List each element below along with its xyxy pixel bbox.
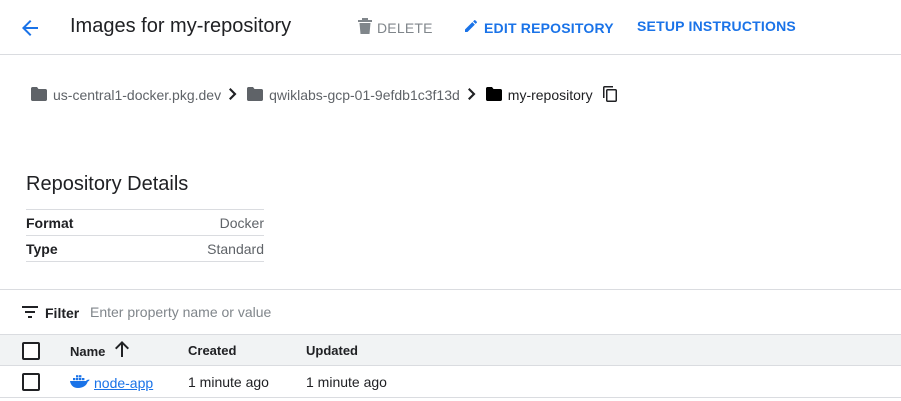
filter-bar: Filter <box>0 289 901 334</box>
edit-repository-button[interactable]: EDIT REPOSITORY <box>463 18 614 37</box>
docker-icon <box>70 374 90 391</box>
breadcrumb-item-project[interactable]: qwiklabs-gcp-01-9efdb1c3f13d <box>247 86 460 104</box>
copy-icon[interactable] <box>602 85 617 105</box>
pencil-icon <box>463 18 479 37</box>
details-key: Type <box>26 240 58 257</box>
column-header-created[interactable]: Created <box>188 343 236 358</box>
image-created: 1 minute ago <box>188 374 269 390</box>
image-name: node-app <box>94 374 154 391</box>
repository-details-table: Format Docker Type Standard <box>26 209 264 262</box>
select-all-checkbox[interactable] <box>22 342 40 360</box>
edit-repository-label: EDIT REPOSITORY <box>484 19 614 36</box>
folder-icon <box>31 86 47 104</box>
breadcrumb-label: my-repository <box>507 87 593 103</box>
setup-instructions-button[interactable]: SETUP INSTRUCTIONS <box>637 18 796 34</box>
table-row: node-app 1 minute ago 1 minute ago <box>0 366 901 398</box>
details-value: Standard <box>207 240 264 257</box>
arrow-upward-icon <box>115 341 130 360</box>
column-header-label: Name <box>70 344 106 359</box>
delete-button-label: DELETE <box>377 19 433 36</box>
image-updated: 1 minute ago <box>306 374 387 390</box>
breadcrumb-label: us-central1-docker.pkg.dev <box>53 87 222 103</box>
arrow-back-icon <box>22 20 38 36</box>
page-title: Images for my-repository <box>70 15 292 37</box>
page-header: Images for my-repository DELETE EDIT REP… <box>0 0 901 55</box>
trash-icon <box>358 18 372 37</box>
setup-instructions-label: SETUP INSTRUCTIONS <box>637 18 796 34</box>
back-button[interactable] <box>18 16 42 40</box>
repository-details-title: Repository Details <box>26 173 189 195</box>
images-table-header: Name Created Updated <box>0 334 901 366</box>
image-link-node-app[interactable]: node-app <box>70 374 153 391</box>
column-header-name[interactable]: Name <box>70 341 130 360</box>
breadcrumb: us-central1-docker.pkg.dev qwiklabs-gcp-… <box>31 85 617 105</box>
breadcrumb-item-location[interactable]: us-central1-docker.pkg.dev <box>31 86 222 104</box>
folder-icon <box>485 86 502 104</box>
details-key: Format <box>26 214 74 231</box>
filter-list-icon <box>22 305 38 319</box>
details-row-type: Type Standard <box>26 236 264 262</box>
breadcrumb-label: qwiklabs-gcp-01-9efdb1c3f13d <box>269 87 460 103</box>
details-row-format: Format Docker <box>26 210 264 236</box>
filter-input[interactable] <box>90 302 490 322</box>
breadcrumb-item-repository: my-repository <box>485 86 593 104</box>
column-header-updated[interactable]: Updated <box>306 343 358 358</box>
chevron-right-icon <box>467 87 476 103</box>
details-value: Docker <box>219 214 264 231</box>
filter-label: Filter <box>45 305 80 321</box>
chevron-right-icon <box>229 87 237 103</box>
row-checkbox[interactable] <box>22 373 40 391</box>
delete-button[interactable]: DELETE <box>358 18 433 37</box>
folder-icon <box>247 86 264 104</box>
